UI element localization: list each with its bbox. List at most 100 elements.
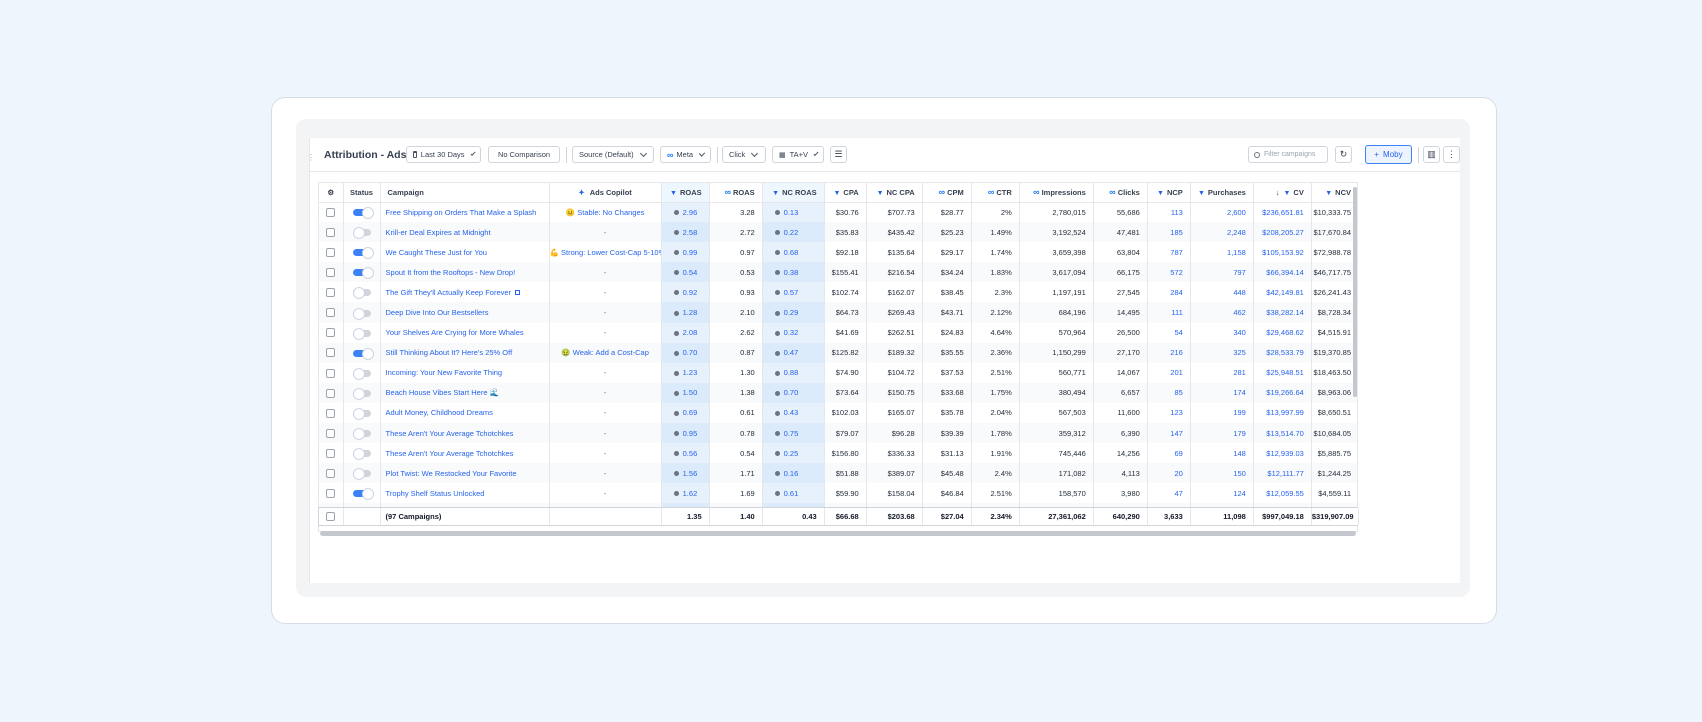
- checkbox[interactable]: [326, 308, 336, 318]
- column-header-status[interactable]: Status: [343, 183, 381, 203]
- column-header-ncp[interactable]: ▼ NCP: [1147, 183, 1191, 203]
- ncp-cell[interactable]: 201: [1147, 362, 1191, 383]
- status-toggle[interactable]: [343, 382, 381, 403]
- status-toggle[interactable]: [343, 222, 381, 243]
- roas-value[interactable]: 0.95: [683, 429, 698, 438]
- table-row[interactable]: Plot Twist: We Restocked Your Favorite - 1…: [319, 463, 1357, 484]
- ads-copilot-suggestion[interactable]: 🤢 Weak: Add a Cost-Cap: [549, 342, 662, 363]
- campaign-name-link[interactable]: Still Thinking About It? Here's 25% Off: [380, 342, 550, 363]
- roas-cell[interactable]: 0.69: [661, 402, 710, 424]
- ncp-cell[interactable]: 69: [1147, 443, 1191, 464]
- ads-copilot-suggestion[interactable]: 💪 Strong: Lower Cost-Cap 5-10%: [549, 242, 662, 263]
- row-checkbox[interactable]: [319, 242, 344, 263]
- roas-value[interactable]: 1.50: [683, 388, 698, 397]
- nc-roas-value[interactable]: 0.32: [784, 328, 799, 337]
- cv-cell[interactable]: $66,394.14: [1253, 262, 1312, 283]
- checkbox[interactable]: [326, 408, 336, 418]
- table-row[interactable]: We Caught These Just for You 💪 Strong: Lo…: [319, 242, 1357, 263]
- status-toggle[interactable]: [343, 302, 381, 323]
- status-toggle[interactable]: [343, 282, 381, 303]
- roas-cell[interactable]: 0.54: [661, 262, 710, 283]
- nc-roas-cell[interactable]: 0.32: [762, 322, 825, 343]
- moby-button[interactable]: + Moby: [1365, 145, 1412, 164]
- purchases-cell[interactable]: 199: [1190, 402, 1254, 424]
- purchases-cell[interactable]: 2,248: [1190, 222, 1254, 243]
- table-row[interactable]: Still Thinking About It? Here's 25% Off 🤢…: [319, 342, 1357, 363]
- column-header-cpm[interactable]: ∞ CPM: [922, 183, 972, 203]
- purchases-cell[interactable]: 448: [1190, 282, 1254, 303]
- purchases-cell[interactable]: 325: [1190, 342, 1254, 363]
- ncp-cell[interactable]: 123: [1147, 402, 1191, 424]
- campaign-name-link[interactable]: The Gift They'll Actually Keep Forever: [380, 282, 550, 303]
- status-toggle[interactable]: [343, 463, 381, 484]
- column-header-ncv[interactable]: ▼ NCV: [1311, 183, 1357, 203]
- campaign-name-link[interactable]: Trophy Shelf Status Unlocked: [380, 483, 550, 504]
- roas-cell[interactable]: 0.92: [661, 282, 710, 303]
- cv-cell[interactable]: $12,059.55: [1253, 483, 1312, 504]
- nc-roas-cell[interactable]: 0.57: [762, 282, 825, 303]
- column-header-ctr[interactable]: ∞ CTR: [971, 183, 1020, 203]
- ncp-cell[interactable]: 113: [1147, 202, 1191, 223]
- roas-value[interactable]: 1.56: [683, 469, 698, 478]
- purchases-cell[interactable]: 124: [1190, 483, 1254, 504]
- table-row[interactable]: Krill-er Deal Expires at Midnight - 2.58 2.…: [319, 222, 1357, 243]
- status-switch[interactable]: [352, 408, 371, 420]
- purchases-cell[interactable]: 148: [1190, 443, 1254, 464]
- purchases-cell[interactable]: 179: [1190, 423, 1254, 444]
- row-checkbox[interactable]: [319, 463, 344, 484]
- roas-value[interactable]: 1.28: [683, 308, 698, 317]
- status-switch[interactable]: [352, 207, 374, 220]
- status-toggle[interactable]: [343, 443, 381, 464]
- external-link-icon[interactable]: [515, 289, 521, 295]
- cv-cell[interactable]: $13,997.99: [1253, 402, 1312, 424]
- row-checkbox[interactable]: [319, 262, 344, 283]
- column-header-meta-roas[interactable]: ∞ ROAS: [709, 183, 763, 203]
- status-toggle[interactable]: [343, 342, 381, 363]
- campaign-name-link[interactable]: Your Shelves Are Crying for More Whales: [380, 322, 550, 343]
- cv-cell[interactable]: $208,205.27: [1253, 222, 1312, 243]
- table-row[interactable]: Deep Dive Into Our Bestsellers - 1.28 2.10 0…: [319, 302, 1357, 323]
- purchases-cell[interactable]: 462: [1190, 302, 1254, 323]
- totals-checkbox[interactable]: [319, 508, 344, 525]
- checkbox[interactable]: [326, 227, 336, 237]
- roas-cell[interactable]: 1.56: [661, 463, 710, 484]
- nc-roas-value[interactable]: 0.68: [784, 248, 799, 257]
- nc-roas-value[interactable]: 0.16: [784, 469, 799, 478]
- row-checkbox[interactable]: [319, 302, 344, 323]
- campaign-name[interactable]: Deep Dive Into Our Bestsellers: [386, 308, 489, 317]
- purchases-cell[interactable]: 174: [1190, 382, 1254, 403]
- checkbox[interactable]: [326, 348, 336, 358]
- row-checkbox[interactable]: [319, 342, 344, 363]
- status-switch[interactable]: [352, 287, 371, 300]
- roas-value[interactable]: 2.96: [683, 208, 698, 217]
- checkbox[interactable]: [326, 268, 336, 278]
- campaign-name-link[interactable]: We Caught These Just for You: [380, 242, 550, 263]
- vertical-scrollbar[interactable]: [1353, 187, 1357, 397]
- row-checkbox[interactable]: [319, 402, 344, 424]
- roas-cell[interactable]: 2.58: [661, 222, 710, 243]
- cv-cell[interactable]: $236,651.81: [1253, 202, 1312, 223]
- column-header-campaign[interactable]: Campaign: [380, 183, 550, 203]
- roas-value[interactable]: 1.23: [683, 368, 698, 377]
- campaign-name[interactable]: These Aren't Your Average Tchotchkes: [386, 449, 514, 458]
- roas-cell[interactable]: 0.99: [661, 242, 710, 263]
- status-toggle[interactable]: [343, 262, 381, 283]
- row-checkbox[interactable]: [319, 423, 344, 444]
- select-all-header[interactable]: ⚙: [319, 183, 344, 203]
- campaign-name[interactable]: Krill-er Deal Expires at Midnight: [386, 228, 491, 237]
- status-switch[interactable]: [352, 307, 371, 320]
- nc-roas-value[interactable]: 0.29: [784, 308, 799, 317]
- cv-cell[interactable]: $29,468.62: [1253, 322, 1312, 343]
- purchases-cell[interactable]: 150: [1190, 463, 1254, 484]
- column-header-cpa[interactable]: ▼ CPA: [824, 183, 867, 203]
- checkbox[interactable]: [326, 247, 336, 257]
- nc-roas-cell[interactable]: 0.68: [762, 242, 825, 263]
- nc-roas-value[interactable]: 0.38: [784, 268, 799, 277]
- campaign-name[interactable]: Beach House Vibes Start Here 🌊: [386, 388, 499, 397]
- nc-roas-value[interactable]: 0.25: [784, 449, 799, 458]
- table-row[interactable]: Trophy Shelf Status Unlocked - 1.62 1.69 0.6…: [319, 483, 1357, 504]
- campaign-name[interactable]: Incoming: Your New Favorite Thing: [386, 368, 503, 377]
- campaign-name-link[interactable]: These Aren't Your Average Tchotchkes: [380, 443, 550, 464]
- ncp-cell[interactable]: 216: [1147, 342, 1191, 363]
- nc-roas-cell[interactable]: 0.16: [762, 463, 825, 484]
